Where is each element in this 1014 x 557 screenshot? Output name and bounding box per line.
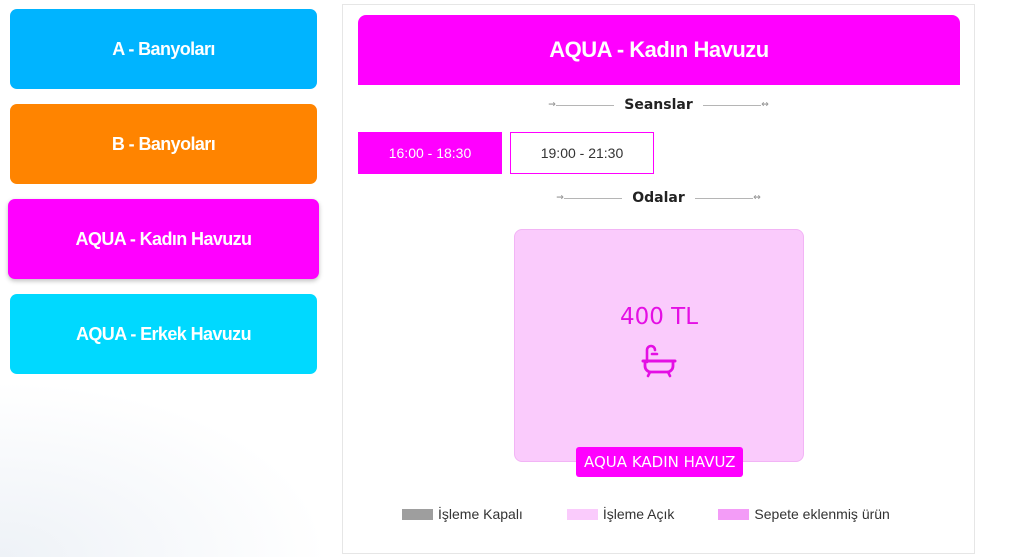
legend-swatch	[402, 508, 433, 520]
category-sidebar: A - Banyoları B - Banyoları AQUA - Kadın…	[8, 9, 319, 389]
session-option-1900[interactable]: 19:00 - 21:30	[510, 132, 654, 174]
room-price: 400 TL	[619, 304, 699, 330]
legend-label: Sepete eklenmiş ürün	[754, 506, 890, 522]
sidebar-item-a-banyolari[interactable]: A - Banyoları	[10, 9, 317, 89]
sidebar-item-b-banyolari[interactable]: B - Banyoları	[10, 104, 317, 184]
sessions-heading-label: Seanslar	[624, 97, 693, 113]
room-card[interactable]: 400 TL AQUA KADIN HAVUZ	[514, 229, 804, 477]
ornament-right-icon: ↔	[702, 100, 769, 110]
legend-item-open: İşleme Açık	[566, 506, 675, 522]
legend-label: İşleme Açık	[602, 506, 675, 522]
legend: İşleme Kapalı İşleme Açık Sepete eklenmi…	[402, 506, 934, 522]
room-name-badge: AQUA KADIN HAVUZ	[576, 447, 744, 477]
rooms-heading-label: Odalar	[632, 190, 685, 206]
legend-swatch	[718, 508, 750, 520]
sessions-heading: → Seanslar ↔	[343, 97, 974, 113]
sidebar-item-aqua-kadin-havuzu[interactable]: AQUA - Kadın Havuzu	[8, 199, 319, 279]
ornament-right-icon: ↔	[694, 193, 761, 203]
ornament-left-icon: →	[548, 100, 615, 110]
rooms-heading: → Odalar ↔	[343, 190, 974, 206]
booking-panel: AQUA - Kadın Havuzu → Seanslar ↔ 16:00 -…	[342, 4, 975, 554]
legend-item-closed: İşleme Kapalı	[402, 506, 523, 522]
panel-title: AQUA - Kadın Havuzu	[358, 15, 960, 85]
legend-item-in-cart: Sepete eklenmiş ürün	[718, 506, 890, 522]
bathtub-icon	[641, 344, 677, 378]
legend-label: İşleme Kapalı	[438, 506, 523, 522]
legend-swatch	[566, 508, 598, 520]
sidebar-item-aqua-erkek-havuzu[interactable]: AQUA - Erkek Havuzu	[10, 294, 317, 374]
session-option-1600[interactable]: 16:00 - 18:30	[358, 132, 502, 174]
ornament-left-icon: →	[556, 193, 623, 203]
session-list: 16:00 - 18:30 19:00 - 21:30	[358, 132, 654, 174]
background-shade	[0, 380, 330, 557]
